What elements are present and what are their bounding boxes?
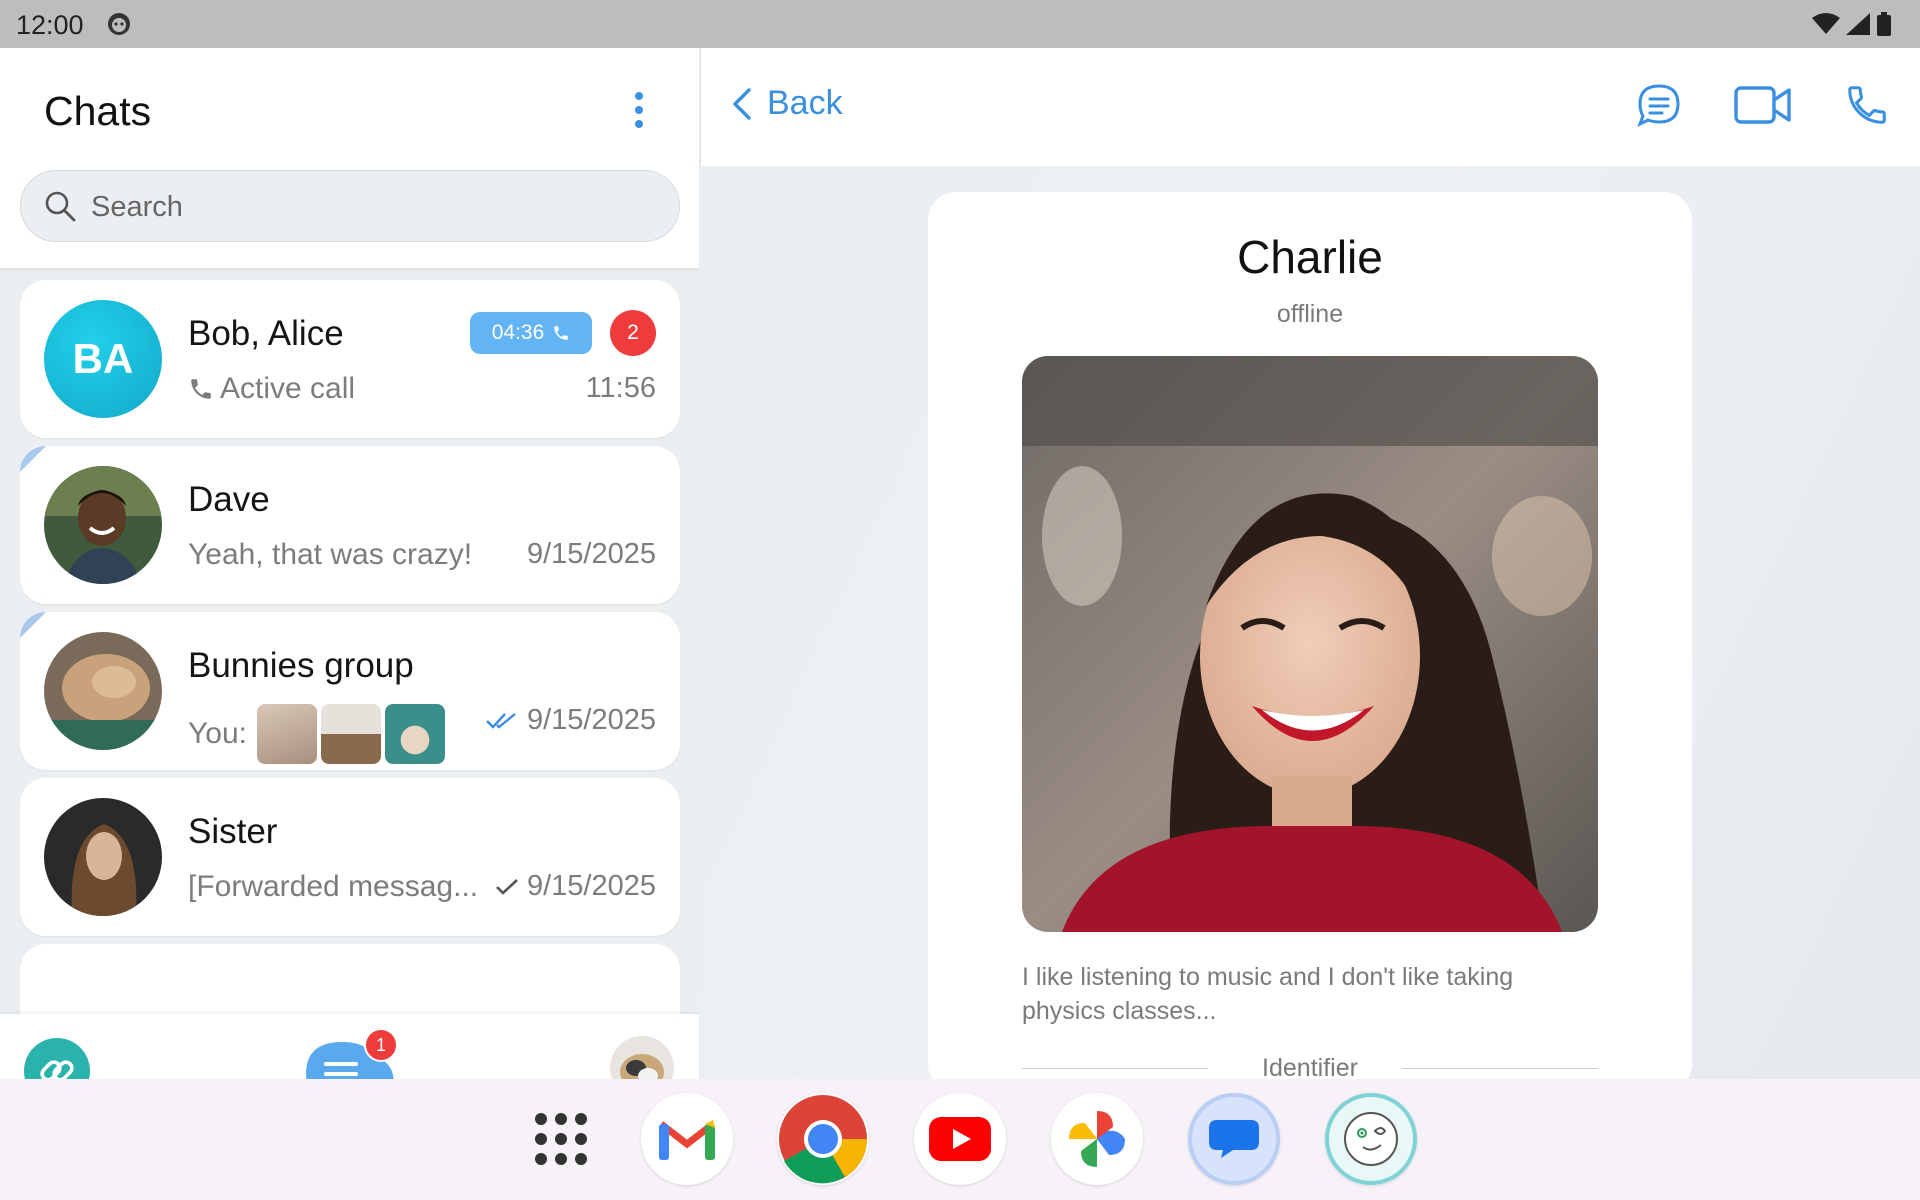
avatar [44, 798, 162, 916]
media-thumbnail [320, 704, 381, 764]
chat-item-sister[interactable]: Sister [Forwarded messag... 9/15/2025 [20, 778, 680, 936]
messenger-app-icon [1344, 1112, 1398, 1166]
chat-preview: You: [188, 704, 445, 764]
photos-app[interactable] [1051, 1093, 1143, 1185]
chat-time-text: 9/15/2025 [526, 870, 656, 902]
phone-call-icon[interactable] [1844, 82, 1890, 128]
pinned-fold-icon [20, 446, 46, 472]
double-check-icon [486, 712, 516, 729]
chat-preview-text: [Forwarded messag... [188, 870, 479, 903]
chat-time-text: 11:56 [585, 372, 656, 404]
phone-icon [191, 379, 211, 399]
chat-time-text: 9/15/2025 [526, 538, 656, 570]
avatar [44, 632, 162, 750]
profile-topbar: Back [700, 48, 1920, 166]
profile-status: offline [1276, 300, 1344, 328]
profile-photo-image [1022, 356, 1598, 932]
chat-name: Dave [188, 480, 270, 519]
avatar-initials: BA [72, 335, 134, 382]
check-icon [496, 878, 518, 895]
back-button[interactable]: Back [731, 84, 843, 123]
chrome-app[interactable] [777, 1093, 869, 1185]
messenger-app[interactable] [1325, 1093, 1417, 1185]
profile-photo[interactable] [1022, 356, 1598, 932]
bottom-navigation: 1 [0, 1014, 699, 1079]
chats-header: Chats [0, 48, 699, 268]
phone-icon [554, 326, 569, 340]
avatar-photo [44, 466, 162, 584]
app-dock [0, 1079, 1920, 1200]
media-thumbnails [256, 704, 445, 764]
android-robot-icon [108, 13, 130, 35]
identifier-label: Identifier [1262, 1054, 1358, 1079]
messages-app[interactable] [1188, 1093, 1280, 1185]
link-icon [40, 1060, 74, 1079]
chat-list: BA Bob, Alice 04:36 2 Active call 11:56 [20, 280, 680, 1079]
chat-preview: Active call [188, 372, 355, 406]
chrome-icon [779, 1095, 867, 1184]
chat-item-bunnies-group[interactable]: Bunnies group You: 9/15/2025 [20, 612, 680, 770]
gmail-icon [658, 1120, 716, 1160]
avatar-photo [610, 1036, 674, 1079]
chat-bubble-icon[interactable] [1636, 82, 1682, 128]
profile-panel: Back Charlie offline I like listening to… [700, 48, 1920, 1079]
more-menu-icon[interactable] [624, 90, 654, 130]
avatar-photo [44, 632, 162, 750]
chats-tab-badge: 1 [364, 1028, 398, 1062]
avatar [44, 466, 162, 584]
chat-preview: [Forwarded messag... [188, 870, 478, 904]
youtube-app[interactable] [914, 1093, 1006, 1185]
chat-preview-text: Active call [220, 372, 356, 405]
identifier-section: Identifier [1022, 1054, 1598, 1079]
active-call-pill[interactable]: 04:36 [470, 312, 592, 354]
battery-icon [1877, 12, 1891, 36]
photos-icon [1069, 1111, 1125, 1167]
chat-time: 9/15/2025 [527, 538, 656, 571]
signal-icon [1846, 13, 1870, 35]
search-icon [45, 191, 76, 222]
profile-name: Charlie [1237, 231, 1383, 283]
app-drawer-button[interactable] [515, 1093, 607, 1185]
back-label: Back [767, 84, 843, 122]
avatar-photo [44, 798, 162, 916]
system-icons [1812, 12, 1892, 36]
search-bar[interactable] [20, 170, 680, 243]
link-button[interactable] [24, 1038, 90, 1079]
chat-time: 9/15/2025 [495, 870, 656, 903]
youtube-icon [929, 1117, 991, 1161]
chat-name: Bunnies group [188, 646, 414, 685]
media-thumbnail [384, 704, 445, 764]
chat-preview-text: Yeah, that was crazy! [188, 538, 473, 571]
profile-bio: I like listening to music and I don't li… [1022, 963, 1514, 1025]
unread-badge: 2 [610, 310, 656, 356]
call-duration: 04:36 [491, 321, 545, 344]
chat-item-dave[interactable]: Dave Yeah, that was crazy! 9/15/2025 [20, 446, 680, 604]
chat-time: 11:56 [586, 372, 656, 405]
chat-preview: Yeah, that was crazy! [188, 538, 472, 572]
media-thumbnail [256, 704, 317, 764]
chat-name: Bob, Alice [188, 314, 344, 353]
chat-preview-text: You: [188, 717, 247, 750]
status-bar: 12:00 [0, 0, 1920, 48]
pinned-fold-icon [20, 612, 46, 638]
app-drawer-icon [535, 1113, 587, 1165]
profile-card: Charlie offline I like listening to musi… [928, 192, 1692, 1079]
divider [1402, 1068, 1598, 1069]
video-call-icon[interactable] [1734, 84, 1792, 126]
profile-avatar[interactable] [610, 1036, 674, 1079]
chat-time-text: 9/15/2025 [526, 704, 656, 736]
page-title: Chats [44, 88, 152, 134]
chevron-left-icon [733, 87, 751, 120]
wifi-icon [1812, 13, 1840, 34]
chat-name: Sister [188, 812, 278, 851]
chat-time: 9/15/2025 [485, 704, 656, 737]
gmail-app[interactable] [641, 1093, 733, 1185]
chat-item-bob-alice[interactable]: BA Bob, Alice 04:36 2 Active call 11:56 [20, 280, 680, 438]
chats-panel: Chats BA Bob, Alice 04:36 2 [0, 48, 699, 1079]
profile-actions [1636, 82, 1890, 128]
avatar: BA [44, 300, 162, 418]
search-input[interactable] [91, 171, 651, 243]
status-time: 12:00 [16, 10, 84, 40]
messages-icon [1209, 1120, 1259, 1158]
